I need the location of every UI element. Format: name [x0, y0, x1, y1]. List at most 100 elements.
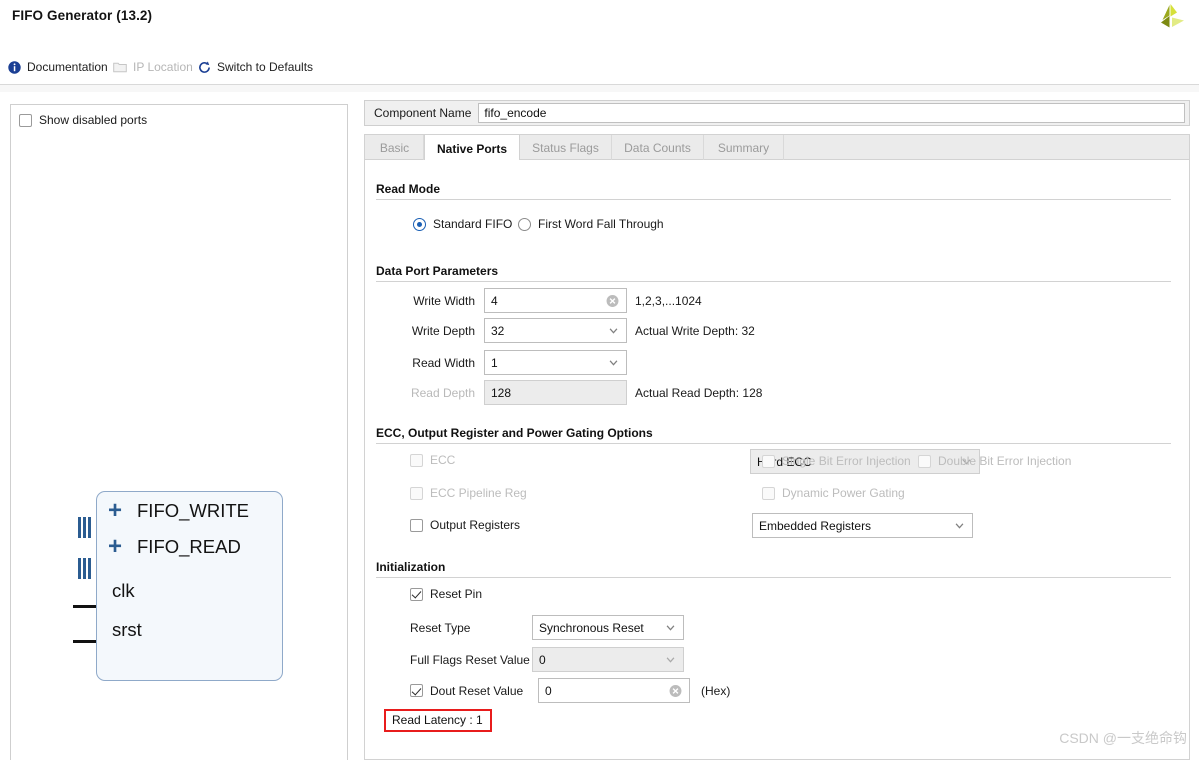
- bus-label-fifo-read: FIFO_READ: [137, 536, 241, 557]
- tab-native-ports[interactable]: Native Ports: [424, 135, 520, 162]
- ecc-label: ECC: [430, 453, 456, 467]
- checkbox-output-registers[interactable]: Output Registers: [410, 518, 520, 532]
- toolbar-item-documentation[interactable]: Documentation: [8, 52, 108, 82]
- checkbox-single-bit-error-injection[interactable]: Single Bit Error Injection: [762, 454, 911, 468]
- field-write-depth: Write Depth 32 Actual Write Depth: 32: [380, 318, 755, 343]
- expander-plus-icon-fifo-write[interactable]: +: [108, 499, 122, 523]
- fifo-generator-window: FIFO Generator (13.2) Documentation IP L…: [0, 0, 1199, 760]
- configuration-panel: Component Name fifo_encode Basic Native …: [364, 100, 1190, 760]
- toolbar-item-label: Documentation: [27, 60, 108, 74]
- toolbar-item-switch-to-defaults[interactable]: Switch to Defaults: [198, 52, 313, 82]
- checkbox-dynamic-power-gating[interactable]: Dynamic Power Gating: [762, 486, 905, 500]
- field-read-depth: Read Depth 128 Actual Read Depth: 128: [380, 380, 762, 405]
- checkbox-reset-pin[interactable]: Reset Pin: [410, 587, 482, 601]
- write-depth-select[interactable]: 32: [484, 318, 627, 343]
- output-register-type-select[interactable]: Embedded Registers: [752, 513, 973, 538]
- dynamic-power-gating-checkbox[interactable]: [762, 486, 775, 500]
- tab-bar: Basic Native Ports Status Flags Data Cou…: [364, 134, 1190, 162]
- read-depth-hint: Actual Read Depth: 128: [635, 385, 763, 400]
- refresh-icon: [199, 61, 210, 73]
- dynamic-power-gating-label: Dynamic Power Gating: [782, 486, 905, 500]
- checkbox-ecc[interactable]: ECC: [410, 453, 455, 467]
- ecc-pipeline-reg-label: ECC Pipeline Reg: [430, 486, 527, 500]
- watermark: CSDN @一支绝命钩: [1059, 730, 1187, 746]
- write-width-value: 4: [491, 293, 498, 308]
- top-filler: [0, 85, 1199, 92]
- radio-first-word-fall-through[interactable]: First Word Fall Through: [518, 217, 664, 231]
- radio-first-word-fall-through-indicator[interactable]: [518, 217, 531, 231]
- write-depth-label: Write Depth: [411, 323, 475, 338]
- dout-reset-value-input[interactable]: 0: [538, 678, 690, 703]
- read-depth-label: Read Depth: [410, 385, 475, 400]
- section-title: Data Port Parameters: [376, 264, 499, 278]
- reset-type-select[interactable]: Synchronous Reset: [532, 615, 684, 640]
- section-divider: [376, 443, 1171, 444]
- title-bar: FIFO Generator (13.2): [0, 0, 1199, 40]
- component-name-bar: Component Name fifo_encode: [364, 100, 1190, 126]
- full-flags-reset-value-label: Full Flags Reset Value: [410, 652, 530, 667]
- read-depth-input: 128: [484, 380, 627, 405]
- single-bit-error-injection-checkbox[interactable]: [762, 454, 775, 468]
- dout-reset-value-label: Dout Reset Value: [430, 683, 524, 698]
- component-name-input[interactable]: fifo_encode: [478, 103, 1186, 123]
- single-bit-error-injection-label: Single Bit Error Injection: [782, 454, 911, 468]
- write-width-input[interactable]: 4: [484, 288, 627, 313]
- dout-reset-value: 0: [545, 683, 552, 698]
- clear-icon[interactable]: [606, 294, 619, 307]
- bus-stub-fifo-write: [78, 517, 91, 538]
- double-bit-error-injection-checkbox[interactable]: [918, 454, 931, 468]
- show-disabled-ports-checkbox[interactable]: [19, 113, 32, 127]
- radio-standard-fifo-indicator[interactable]: [413, 217, 426, 231]
- radio-standard-fifo[interactable]: Standard FIFO: [413, 217, 512, 231]
- ecc-checkbox[interactable]: [410, 453, 423, 467]
- info-icon: [8, 60, 21, 74]
- checkbox-ecc-pipeline-reg[interactable]: ECC Pipeline Reg: [410, 486, 527, 500]
- chevron-down-icon: [609, 359, 618, 366]
- show-disabled-ports-row[interactable]: Show disabled ports: [19, 113, 147, 127]
- section-title: Initialization: [376, 560, 446, 574]
- full-flags-reset-value: 0: [539, 652, 546, 667]
- output-registers-checkbox[interactable]: [410, 518, 423, 532]
- toolbar: Documentation IP Location Switch to Defa…: [0, 52, 1199, 84]
- reset-pin-label: Reset Pin: [430, 587, 483, 601]
- chevron-down-icon: [666, 624, 675, 631]
- bus-stub-fifo-read: [78, 558, 91, 579]
- field-write-width: Write Width 4 1,2,3,...1024: [380, 288, 702, 313]
- tab-status-flags[interactable]: Status Flags: [520, 135, 612, 161]
- read-width-value: 1: [491, 355, 498, 370]
- checkbox-double-bit-error-injection[interactable]: Double Bit Error Injection: [918, 454, 1071, 468]
- radio-first-word-fall-through-label: First Word Fall Through: [538, 217, 664, 231]
- read-width-label: Read Width: [412, 355, 475, 370]
- field-read-width: Read Width 1: [380, 350, 627, 375]
- pin-stub-clk: [73, 605, 97, 608]
- toolbar-item-ip-location[interactable]: IP Location: [113, 52, 193, 82]
- toolbar-item-label: Switch to Defaults: [217, 60, 314, 74]
- section-divider: [376, 577, 1171, 578]
- clear-icon[interactable]: [669, 684, 682, 697]
- read-width-select[interactable]: 1: [484, 350, 627, 375]
- reset-type-value: Synchronous Reset: [539, 620, 644, 635]
- section-title: ECC, Output Register and Power Gating Op…: [376, 426, 653, 440]
- field-reset-type: Reset Type Synchronous Reset: [410, 615, 684, 640]
- expander-plus-icon-fifo-read[interactable]: +: [108, 535, 122, 559]
- tab-basic[interactable]: Basic: [366, 135, 424, 161]
- dout-reset-value-checkbox[interactable]: [410, 684, 423, 697]
- read-depth-value: 128: [491, 385, 512, 400]
- reset-pin-checkbox[interactable]: [410, 587, 423, 601]
- pin-label-clk: clk: [112, 580, 135, 601]
- output-register-type-value: Embedded Registers: [759, 518, 872, 533]
- pin-stub-srst: [73, 640, 97, 643]
- write-depth-hint: Actual Write Depth: 32: [635, 323, 755, 338]
- ecc-pipeline-reg-checkbox[interactable]: [410, 486, 423, 500]
- tab-data-counts[interactable]: Data Counts: [612, 135, 704, 161]
- tab-summary[interactable]: Summary: [704, 135, 784, 161]
- radio-standard-fifo-label: Standard FIFO: [433, 217, 513, 231]
- bus-label-fifo-write: FIFO_WRITE: [137, 500, 250, 521]
- field-full-flags-reset-value: Full Flags Reset Value 0: [410, 647, 684, 672]
- chevron-down-icon: [609, 327, 618, 334]
- full-flags-reset-value-select[interactable]: 0: [532, 647, 684, 672]
- xilinx-logo-icon: [1161, 4, 1184, 28]
- reset-type-label: Reset Type: [410, 620, 471, 635]
- section-data-port-parameters: Data Port Parameters: [376, 264, 1171, 282]
- write-depth-value: 32: [491, 323, 505, 338]
